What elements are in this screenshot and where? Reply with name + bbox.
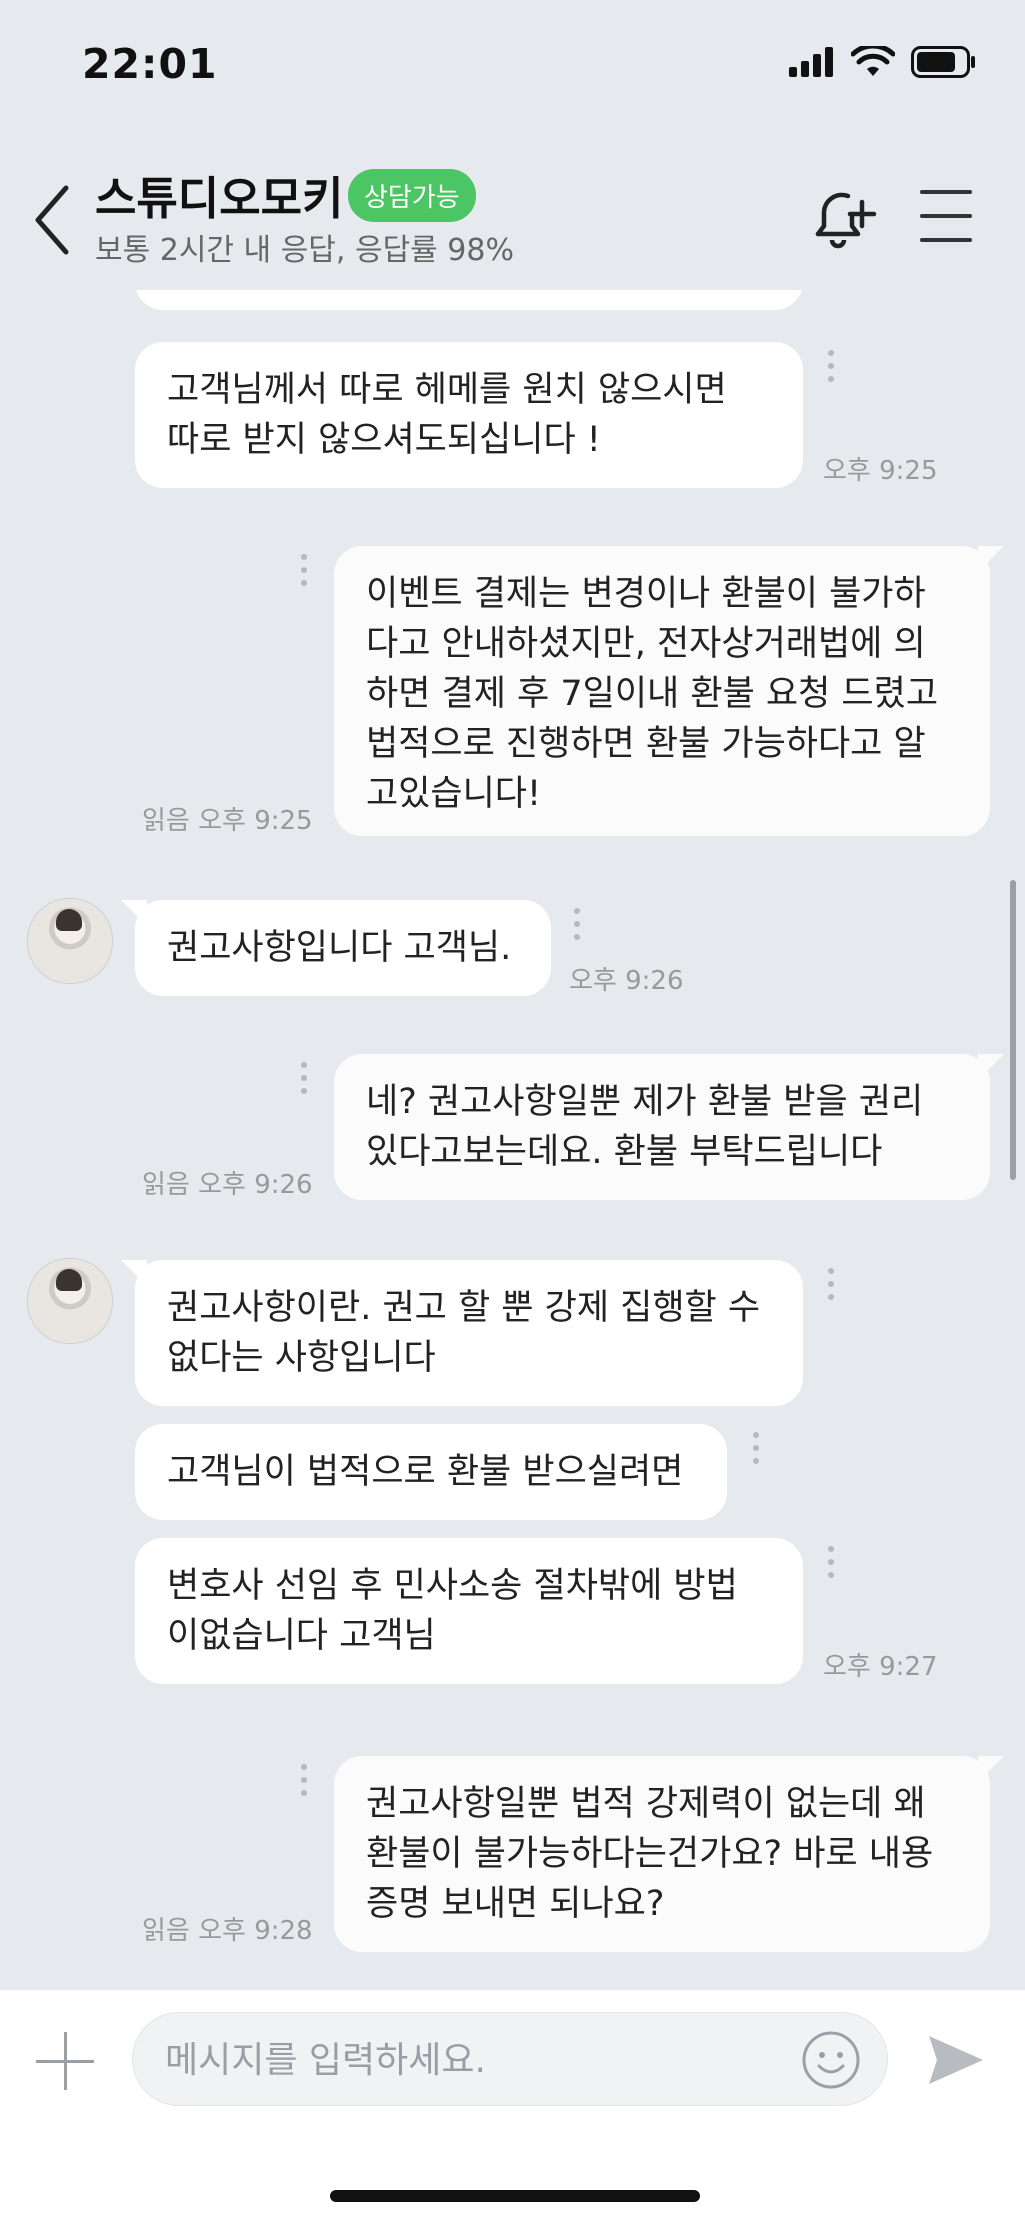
wifi-icon xyxy=(851,46,895,76)
battery-icon xyxy=(911,46,975,78)
message-time: 읽음 오후 9:26 xyxy=(142,1164,313,1201)
message-more-icon[interactable] xyxy=(301,554,307,593)
message-more-icon[interactable] xyxy=(828,1546,834,1585)
my-message-bubble[interactable]: 네? 권고사항일뿐 제가 환불 받을 권리 있다고보는데요. 환불 부탁드립니다 xyxy=(334,1054,1004,1200)
message-more-icon[interactable] xyxy=(574,908,580,947)
message-bubble[interactable]: 고객님께서 따로 헤메를 원치 않으시면 따로 받지 않으셔도되십니다 ! xyxy=(135,342,803,488)
response-info: 보통 2시간 내 응답, 응답률 98% xyxy=(95,233,514,268)
message-time-value: 오후 9:25 xyxy=(198,806,313,836)
my-message-bubble[interactable]: 권고사항일뿐 법적 강제력이 없는데 왜 환불이 불가능하다는건가요? 바로 내… xyxy=(334,1756,1004,1952)
read-receipt: 읽음 xyxy=(142,1916,190,1946)
read-receipt: 읽음 xyxy=(142,806,190,836)
message-time: 오후 9:27 xyxy=(823,1652,938,1682)
message-time: 읽음 오후 9:28 xyxy=(142,1910,313,1947)
status-bar: 22:01 xyxy=(0,0,1025,130)
emoji-icon[interactable] xyxy=(801,2030,861,2090)
message-more-icon[interactable] xyxy=(301,1764,307,1803)
message-more-icon[interactable] xyxy=(828,350,834,389)
status-time: 22:01 xyxy=(82,40,218,88)
menu-icon[interactable] xyxy=(920,190,972,262)
read-receipt: 읽음 xyxy=(142,1170,190,1200)
message-time: 읽음 오후 9:25 xyxy=(142,800,313,837)
message-bubble-partial xyxy=(135,290,803,310)
my-message-bubble[interactable]: 이벤트 결제는 변경이나 환불이 불가하 다고 안내하셨지만, 전자상거래법에 … xyxy=(334,546,1004,836)
message-time-value: 오후 9:28 xyxy=(198,1916,313,1946)
message-input[interactable] xyxy=(163,2033,767,2087)
message-bubble[interactable]: 권고사항입니다 고객님. xyxy=(121,900,551,996)
message-bubble[interactable]: 변호사 선임 후 민사소송 절차밖에 방법 이없습니다 고객님 xyxy=(135,1538,803,1684)
message-more-icon[interactable] xyxy=(301,1062,307,1101)
status-badge: 상담가능 xyxy=(348,169,476,222)
message-bubble[interactable]: 권고사항이란. 권고 할 뿐 강제 집행할 수 없다는 사항입니다 xyxy=(121,1260,803,1406)
back-arrow-icon[interactable] xyxy=(30,180,80,260)
message-time: 오후 9:26 xyxy=(569,966,684,996)
plus-icon[interactable] xyxy=(36,2032,96,2092)
message-more-icon[interactable] xyxy=(753,1432,759,1471)
scrollbar[interactable] xyxy=(1010,880,1016,1180)
message-input-container[interactable] xyxy=(132,2012,888,2106)
status-icons xyxy=(789,46,977,78)
chat-header: 스튜디오모키 상담가능 보통 2시간 내 응답, 응답률 98% xyxy=(0,140,1025,290)
send-icon[interactable] xyxy=(925,2030,985,2090)
chat-title: 스튜디오모키 xyxy=(95,172,344,225)
partner-avatar[interactable] xyxy=(27,1258,113,1344)
message-more-icon[interactable] xyxy=(828,1268,834,1307)
notification-add-icon[interactable] xyxy=(808,182,878,252)
message-time: 오후 9:25 xyxy=(823,456,938,486)
message-time-value: 오후 9:26 xyxy=(198,1170,313,1200)
partner-avatar[interactable] xyxy=(27,898,113,984)
signal-icon xyxy=(789,47,833,77)
message-list[interactable]: 고객님께서 따로 헤메를 원치 않으시면 따로 받지 않으셔도되십니다 ! 오후… xyxy=(0,290,1025,1990)
home-indicator xyxy=(330,2190,700,2202)
message-composer xyxy=(0,1990,1025,2218)
message-bubble[interactable]: 고객님이 법적으로 환불 받으실려면 xyxy=(135,1424,727,1520)
